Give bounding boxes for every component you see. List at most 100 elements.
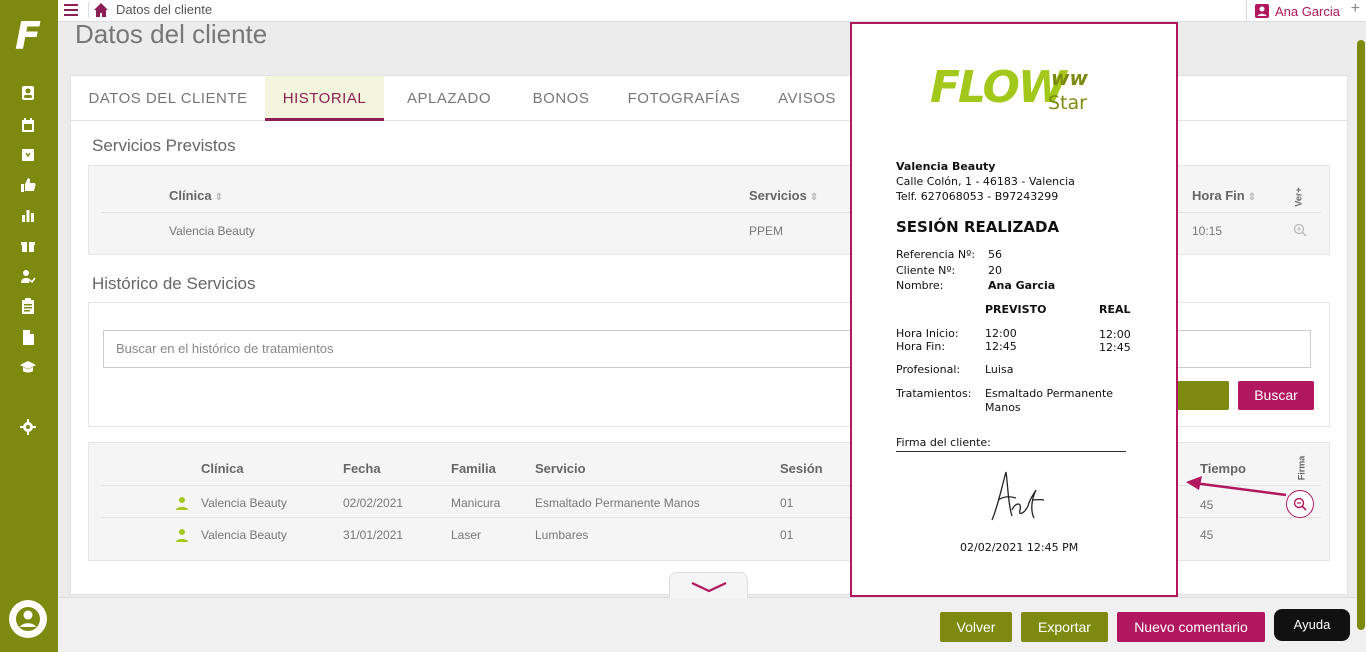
inbox-icon[interactable] — [19, 146, 37, 164]
tab-avisos[interactable]: AVISOS — [771, 76, 843, 121]
session-receipt: FLOW ww Star Valencia Beauty Calle Colón… — [850, 22, 1178, 597]
nuevo-comentario-button[interactable]: Nuevo comentario — [1117, 612, 1265, 642]
user-menu[interactable]: Ana Garcia — [1245, 0, 1340, 22]
profesional-value: Luisa — [985, 363, 1014, 376]
volver-button[interactable]: Volver — [940, 612, 1012, 642]
receipt-heading: SESIÓN REALIZADA — [896, 218, 1060, 236]
user-name: Ana Garcia — [1274, 3, 1340, 19]
receipt-phone: Telf. 627068053 - B97243299 — [896, 190, 1059, 203]
client-person-icon — [176, 497, 188, 510]
receipt-company: Valencia Beauty — [896, 160, 996, 173]
col-clinica[interactable]: Clínica ⇕ — [169, 188, 223, 203]
firma-label: Firma del cliente: — [896, 436, 991, 449]
client-signature — [991, 471, 1045, 521]
col-familia[interactable]: Familia — [451, 461, 496, 476]
gift-icon[interactable] — [19, 236, 37, 254]
row1-clinica: Valencia Beauty — [201, 496, 287, 510]
document-icon[interactable] — [19, 328, 37, 346]
historico-title: Histórico de Servicios — [92, 274, 256, 293]
tratamientos-value-1: Esmaltado Permanente — [985, 387, 1114, 400]
flow-star-logo: FLOW ww Star — [930, 62, 1088, 115]
tab-datos-del-cliente[interactable]: DATOS DEL CLIENTE — [71, 76, 265, 121]
previsto-clinica: Valencia Beauty — [169, 224, 255, 238]
row1-servicio: Esmaltado Permanente Manos — [535, 496, 700, 510]
collapse-panel-button[interactable] — [669, 572, 748, 598]
tab-historial[interactable]: HISTORIAL — [265, 76, 384, 121]
col-previsto: PREVISTO — [985, 303, 1047, 316]
client-person-icon — [176, 529, 188, 542]
filter-button[interactable] — [1177, 381, 1229, 410]
tab-bonos[interactable]: BONOS — [521, 76, 601, 121]
tratamientos-label: Tratamientos: — [896, 387, 972, 400]
row2-sesion: 01 — [780, 528, 794, 542]
settings-gear-icon[interactable] — [19, 418, 37, 436]
row2-fecha: 31/01/2021 — [343, 528, 404, 542]
hora-fin-label: Hora Fin: — [896, 340, 946, 353]
client-value: 20 — [988, 264, 1002, 277]
home-icon[interactable] — [88, 2, 108, 18]
sort-icon[interactable]: ⇕ — [215, 192, 223, 203]
user-avatar-icon[interactable] — [9, 600, 47, 638]
tratamientos-value-2: Manos — [985, 401, 1021, 414]
col-firma: Firma — [1296, 455, 1307, 481]
col-real: REAL — [1099, 303, 1131, 316]
page-title: Datos del cliente — [75, 19, 268, 49]
profesional-label: Profesional: — [896, 363, 961, 376]
hora-fin-real: 12:45 — [1099, 341, 1131, 354]
user-badge-icon — [1254, 4, 1269, 18]
tab-fotografias[interactable]: FOTOGRAFÍAS — [620, 76, 748, 121]
row1-familia: Manicura — [451, 496, 501, 510]
name-label: Nombre: — [896, 279, 944, 292]
chevron-down-icon — [691, 582, 727, 593]
hora-fin-previsto: 12:45 — [985, 340, 1017, 353]
calendar-icon[interactable] — [19, 116, 37, 134]
receipt-address: Calle Colón, 1 - 46183 - Valencia — [896, 175, 1075, 188]
hora-inicio-real: 12:00 — [1099, 328, 1131, 341]
exportar-button[interactable]: Exportar — [1021, 612, 1108, 642]
firma-zoom-button[interactable] — [1286, 490, 1314, 518]
col-fecha[interactable]: Fecha — [343, 461, 381, 476]
hora-inicio-label: Hora Inicio: — [896, 327, 959, 340]
receipt-datetime: 02/02/2021 12:45 PM — [960, 541, 1079, 554]
client-label: Cliente Nº: — [896, 264, 956, 277]
col-tiempo[interactable]: Tiempo — [1200, 461, 1246, 476]
previsto-servicios: PPEM — [749, 224, 784, 238]
row2-familia: Laser — [451, 528, 482, 542]
col-servicio[interactable]: Servicio — [535, 461, 586, 476]
row1-tiempo: 45 — [1200, 498, 1214, 512]
thumbs-up-icon[interactable] — [19, 176, 37, 194]
breadcrumb: Datos del cliente — [116, 2, 213, 17]
buscar-button[interactable]: Buscar — [1238, 381, 1314, 410]
row2-servicio: Lumbares — [535, 528, 589, 542]
previstos-title: Servicios Previstos — [92, 136, 236, 155]
pointer-arrow-icon — [1186, 476, 1287, 497]
ref-value: 56 — [988, 248, 1002, 261]
contact-card-icon[interactable] — [19, 84, 37, 102]
sort-icon[interactable]: ⇕ — [1248, 192, 1256, 203]
hamburger-menu-icon[interactable] — [64, 4, 78, 16]
sidebar: F — [0, 0, 58, 652]
sort-icon[interactable]: ⇕ — [810, 192, 818, 203]
col-ver: Ver+ — [1293, 187, 1304, 207]
clipboard-icon[interactable] — [19, 297, 37, 315]
col-servicios[interactable]: Servicios ⇕ — [749, 188, 818, 203]
col-sesion[interactable]: Sesión — [780, 461, 823, 476]
bar-chart-icon[interactable] — [19, 206, 37, 224]
add-tab-button[interactable]: + — [1351, 0, 1360, 18]
previsto-hora-fin: 10:15 — [1192, 224, 1223, 238]
tab-aplazado[interactable]: APLAZADO — [392, 76, 506, 121]
name-value: Ana Garcia — [988, 279, 1056, 292]
ref-label: Referencia Nº: — [896, 248, 976, 261]
app-logo[interactable]: F — [15, 17, 43, 55]
graduation-cap-icon[interactable] — [19, 358, 37, 376]
hora-inicio-previsto: 12:00 — [985, 327, 1017, 340]
col-clinica[interactable]: Clínica — [201, 461, 244, 476]
signature-line — [896, 451, 1126, 452]
row1-fecha: 02/02/2021 — [343, 496, 404, 510]
user-check-icon[interactable] — [19, 267, 37, 285]
zoom-icon — [1293, 497, 1307, 511]
scrollbar[interactable] — [1357, 40, 1365, 630]
col-hora-fin[interactable]: Hora Fin ⇕ — [1192, 188, 1256, 203]
zoom-icon[interactable] — [1293, 223, 1307, 237]
ayuda-button[interactable]: Ayuda — [1274, 609, 1350, 641]
